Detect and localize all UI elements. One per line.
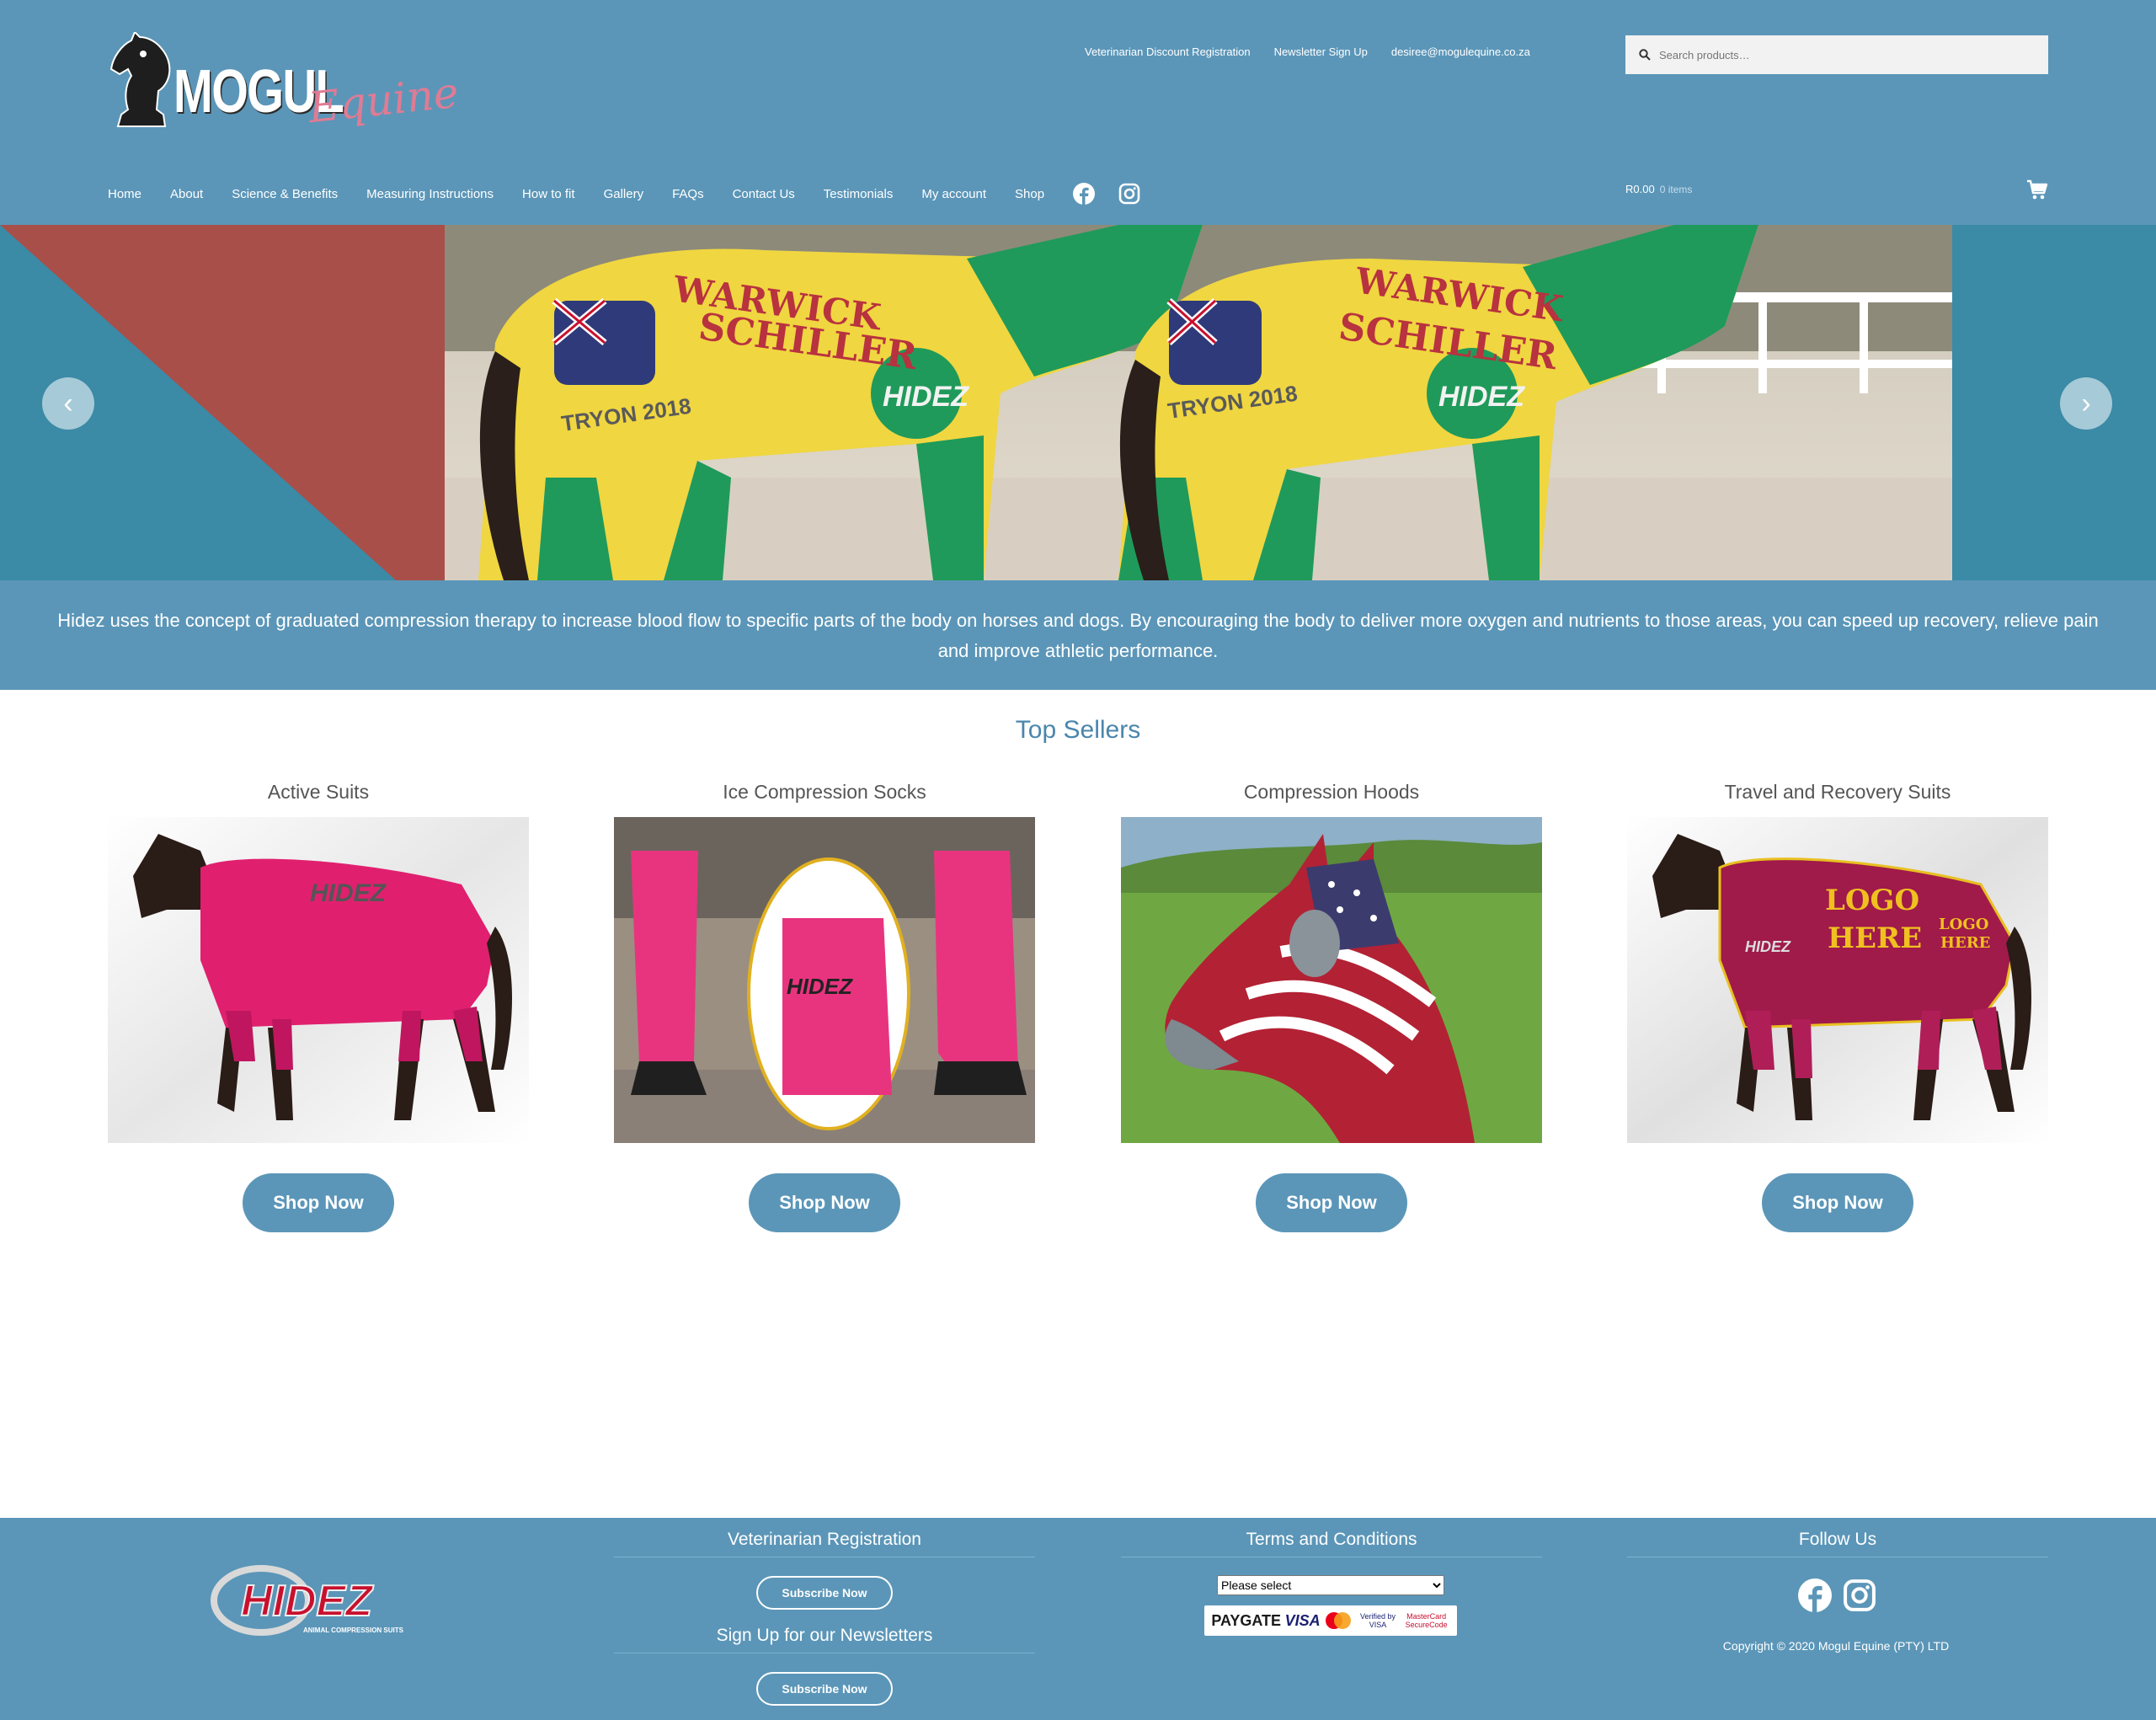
slider-next-button[interactable]: › <box>2060 377 2112 430</box>
instagram-icon[interactable] <box>1118 183 1140 205</box>
nav-how-to-fit[interactable]: How to fit <box>522 187 575 201</box>
search-icon <box>1639 49 1651 61</box>
email-link[interactable]: desiree@mogulequine.co.za <box>1391 45 1530 58</box>
logo-here-text: HERE <box>1828 921 1922 955</box>
product-card-travel-recovery-suits: Travel and Recovery Suits LOGO HERE LOGO… <box>1627 775 2048 1232</box>
site-header: MOGUL Equine Veterinarian Discount Regis… <box>0 0 2156 225</box>
chevron-right-icon: › <box>2081 387 2091 419</box>
vet-registration-title: Veterinarian Registration <box>728 1530 921 1549</box>
nav-faqs[interactable]: FAQs <box>672 187 704 201</box>
cart-count: 0 items <box>1659 184 1693 195</box>
search-input[interactable] <box>1659 48 2013 61</box>
mastercard-icon <box>1326 1612 1352 1629</box>
nav-science-benefits[interactable]: Science & Benefits <box>232 187 338 201</box>
hidez-logo[interactable]: HIDEZ ANIMAL COMPRESSION SUITS <box>211 1563 430 1639</box>
vet-subscribe-button[interactable]: Subscribe Now <box>756 1576 893 1610</box>
follow-us-title: Follow Us <box>1798 1530 1877 1549</box>
nav-contact-us[interactable]: Contact Us <box>733 187 795 201</box>
knight-icon <box>109 32 171 127</box>
nav-gallery[interactable]: Gallery <box>604 187 644 201</box>
top-links: Veterinarian Discount Registration Newsl… <box>1085 45 1530 58</box>
hidez-logo-tagline: ANIMAL COMPRESSION SUITS <box>303 1627 404 1634</box>
nav-shop[interactable]: Shop <box>1015 187 1044 201</box>
verified-by-visa-logo: Verified by VISA <box>1359 1612 1396 1629</box>
slider-prev-button[interactable]: ‹ <box>42 377 94 430</box>
newsletter-link[interactable]: Newsletter Sign Up <box>1274 45 1368 58</box>
visa-logo: VISA <box>1284 1611 1321 1629</box>
hero-image: WARWICK SCHILLER TRYON 2018 HIDEZ WARWIC… <box>445 225 1952 580</box>
shop-now-button[interactable]: Shop Now <box>1762 1173 1913 1232</box>
cart-icon[interactable] <box>2026 179 2048 200</box>
product-name[interactable]: Travel and Recovery Suits <box>1627 775 2048 817</box>
cart-amount: R0.00 <box>1625 183 1655 195</box>
product-name[interactable]: Compression Hoods <box>1121 775 1542 817</box>
chevron-left-icon: ‹ <box>63 387 73 419</box>
copyright-text: Copyright © 2020 Mogul Equine (PTY) LTD <box>1722 1639 1950 1653</box>
svg-text:HIDEZ: HIDEZ <box>787 974 853 999</box>
facebook-icon[interactable] <box>1073 183 1096 205</box>
product-card-ice-compression-socks: Ice Compression Socks HIDEZ Shop Now <box>614 775 1035 1232</box>
shop-now-button[interactable]: Shop Now <box>749 1173 900 1232</box>
svg-text:HIDEZ: HIDEZ <box>1745 938 1791 955</box>
paygate-logo: PAYGATE <box>1211 1611 1282 1629</box>
nav-testimonials[interactable]: Testimonials <box>824 187 894 201</box>
product-search[interactable] <box>1625 35 2048 74</box>
product-image[interactable]: HIDEZ <box>614 817 1035 1143</box>
shop-now-button[interactable]: Shop Now <box>243 1173 394 1232</box>
product-image[interactable]: LOGO HERE LOGO HERE HIDEZ <box>1627 817 2048 1143</box>
logo-here-text: LOGO <box>1939 916 1988 933</box>
intro-banner: Hidez uses the concept of graduated comp… <box>0 580 2156 690</box>
newsletter-title: Sign Up for our Newsletters <box>716 1626 933 1645</box>
product-card-active-suits: Active Suits HIDEZ Shop Now <box>108 775 529 1232</box>
mastercard-securecode-logo: MasterCard SecureCode <box>1405 1612 1448 1629</box>
nav-home[interactable]: Home <box>108 187 141 201</box>
terms-select[interactable]: Please select <box>1217 1575 1444 1595</box>
logo-here-text: LOGO <box>1825 884 1919 917</box>
hero-slider: WARWICK SCHILLER TRYON 2018 HIDEZ WARWIC… <box>0 225 2156 580</box>
facebook-icon[interactable] <box>1798 1578 1832 1612</box>
nav-my-account[interactable]: My account <box>921 187 986 201</box>
intro-text: Hidez uses the concept of graduated comp… <box>57 610 2099 661</box>
vet-discount-link[interactable]: Veterinarian Discount Registration <box>1085 45 1251 58</box>
hero-text-hidez-2: HIDEZ <box>1438 381 1525 413</box>
product-card-compression-hoods: Compression Hoods Shop Now <box>1121 775 1542 1232</box>
product-image[interactable] <box>1121 817 1542 1143</box>
hidez-logo-text: HIDEZ <box>241 1577 374 1626</box>
main-nav: Home About Science & Benefits Measuring … <box>108 183 1164 205</box>
cart-summary[interactable]: R0.00 0 items <box>1625 183 1692 195</box>
logo-here-text: HERE <box>1940 934 1990 952</box>
terms-title: Terms and Conditions <box>1246 1530 1417 1549</box>
shop-now-button[interactable]: Shop Now <box>1256 1173 1407 1232</box>
hero-text-hidez-1: HIDEZ <box>883 381 969 413</box>
top-sellers-title: Top Sellers <box>1015 716 1141 744</box>
mogul-equine-logo[interactable]: MOGUL Equine <box>106 32 461 142</box>
instagram-icon[interactable] <box>1843 1578 1876 1612</box>
svg-text:HIDEZ: HIDEZ <box>310 879 387 907</box>
nav-about[interactable]: About <box>170 187 203 201</box>
payment-logos: PAYGATE VISA Verified by VISA MasterCard… <box>1204 1605 1457 1636</box>
nav-measuring-instructions[interactable]: Measuring Instructions <box>366 187 494 201</box>
product-image[interactable]: HIDEZ <box>108 817 529 1143</box>
newsletter-subscribe-button[interactable]: Subscribe Now <box>756 1672 893 1706</box>
product-name[interactable]: Ice Compression Socks <box>614 775 1035 817</box>
product-name[interactable]: Active Suits <box>108 775 529 817</box>
